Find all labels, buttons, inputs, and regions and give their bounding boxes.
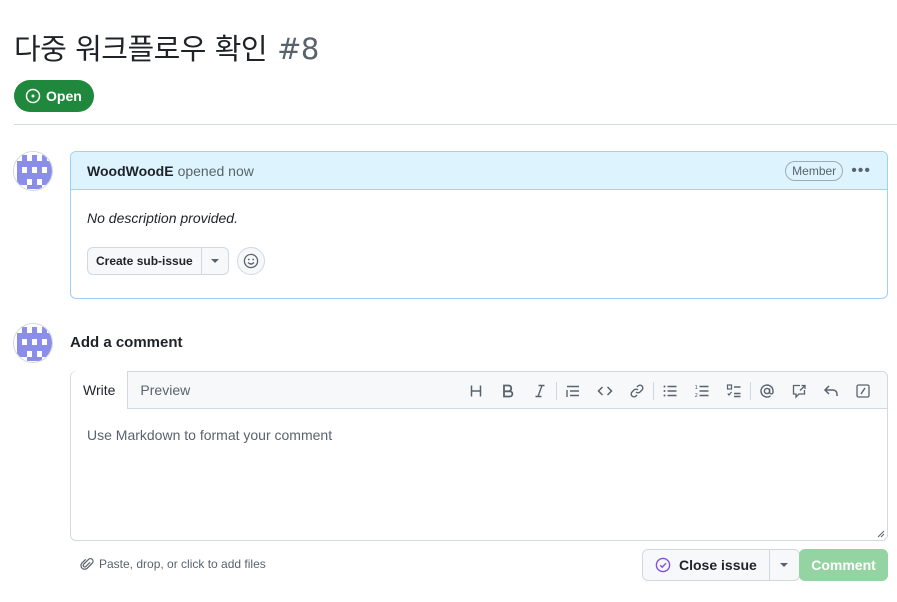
comment-options-icon[interactable]: •••: [851, 162, 871, 178]
close-issue-button[interactable]: Close issue: [643, 550, 769, 580]
svg-text:1: 1: [695, 385, 699, 391]
check-circle-icon: [655, 557, 671, 573]
attach-files-label: Paste, drop, or click to add files: [99, 557, 266, 571]
quote-icon[interactable]: [557, 377, 589, 405]
reference-icon[interactable]: [783, 377, 815, 405]
paperclip-icon: [80, 558, 94, 570]
svg-text:2: 2: [695, 393, 699, 399]
close-issue-label: Close issue: [679, 557, 757, 573]
comment-timestamp[interactable]: opened now: [178, 163, 254, 179]
unordered-list-icon[interactable]: [654, 377, 686, 405]
comment-author-link[interactable]: WoodWoodE: [87, 163, 174, 179]
heading-icon[interactable]: [460, 377, 492, 405]
comment-submit-button[interactable]: Comment: [799, 549, 888, 581]
issue-open-icon: [25, 88, 41, 104]
comment-textarea[interactable]: Use Markdown to format your comment: [71, 409, 887, 461]
add-reaction-button[interactable]: [236, 247, 265, 275]
attach-files-button[interactable]: Paste, drop, or click to add files: [80, 557, 266, 571]
caret-down-icon: [780, 563, 789, 567]
resize-handle-icon[interactable]: [876, 529, 885, 538]
close-issue-dropdown-button[interactable]: [768, 550, 799, 580]
code-icon[interactable]: [589, 377, 621, 405]
saved-replies-icon[interactable]: [815, 377, 847, 405]
create-sub-issue-dropdown-button[interactable]: [200, 248, 228, 274]
ordered-list-icon[interactable]: 12: [686, 377, 718, 405]
header-divider: [14, 124, 897, 125]
issue-state-badge: Open: [14, 80, 94, 112]
bold-icon[interactable]: [492, 377, 524, 405]
slash-command-icon[interactable]: [847, 377, 879, 405]
issue-title: 다중 워크플로우 확인: [14, 32, 268, 66]
avatar[interactable]: [13, 151, 53, 191]
tab-preview[interactable]: Preview: [128, 371, 202, 408]
smiley-icon: [243, 253, 258, 269]
issue-description-comment: WoodWoodE opened now Member ••• No descr…: [70, 151, 888, 299]
caret-down-icon: [210, 259, 219, 263]
comment-editor: Write Preview 1 2 Use Markdown to format…: [70, 371, 888, 541]
link-icon[interactable]: [621, 377, 653, 405]
create-sub-issue-split-button: Create sub-issue: [87, 247, 229, 275]
markdown-toolbar: 12: [460, 372, 879, 409]
issue-state-label: Open: [46, 88, 82, 104]
create-sub-issue-button[interactable]: Create sub-issue: [88, 248, 201, 274]
task-list-icon[interactable]: [718, 377, 750, 405]
comment-body-text: No description provided.: [87, 210, 238, 226]
tab-write[interactable]: Write: [71, 371, 129, 409]
close-issue-split-button: Close issue: [642, 549, 800, 581]
mention-icon[interactable]: [751, 377, 783, 405]
italic-icon[interactable]: [524, 377, 556, 405]
editor-header: Write Preview 1 2: [71, 371, 887, 409]
member-badge: Member: [785, 160, 844, 181]
issue-number: #8: [277, 32, 319, 66]
comment-header: WoodWoodE opened now Member •••: [71, 152, 887, 190]
issue-title-row: 다중 워크플로우 확인 #8: [14, 26, 319, 68]
current-user-avatar[interactable]: [13, 323, 53, 363]
add-comment-heading: Add a comment: [70, 334, 183, 351]
